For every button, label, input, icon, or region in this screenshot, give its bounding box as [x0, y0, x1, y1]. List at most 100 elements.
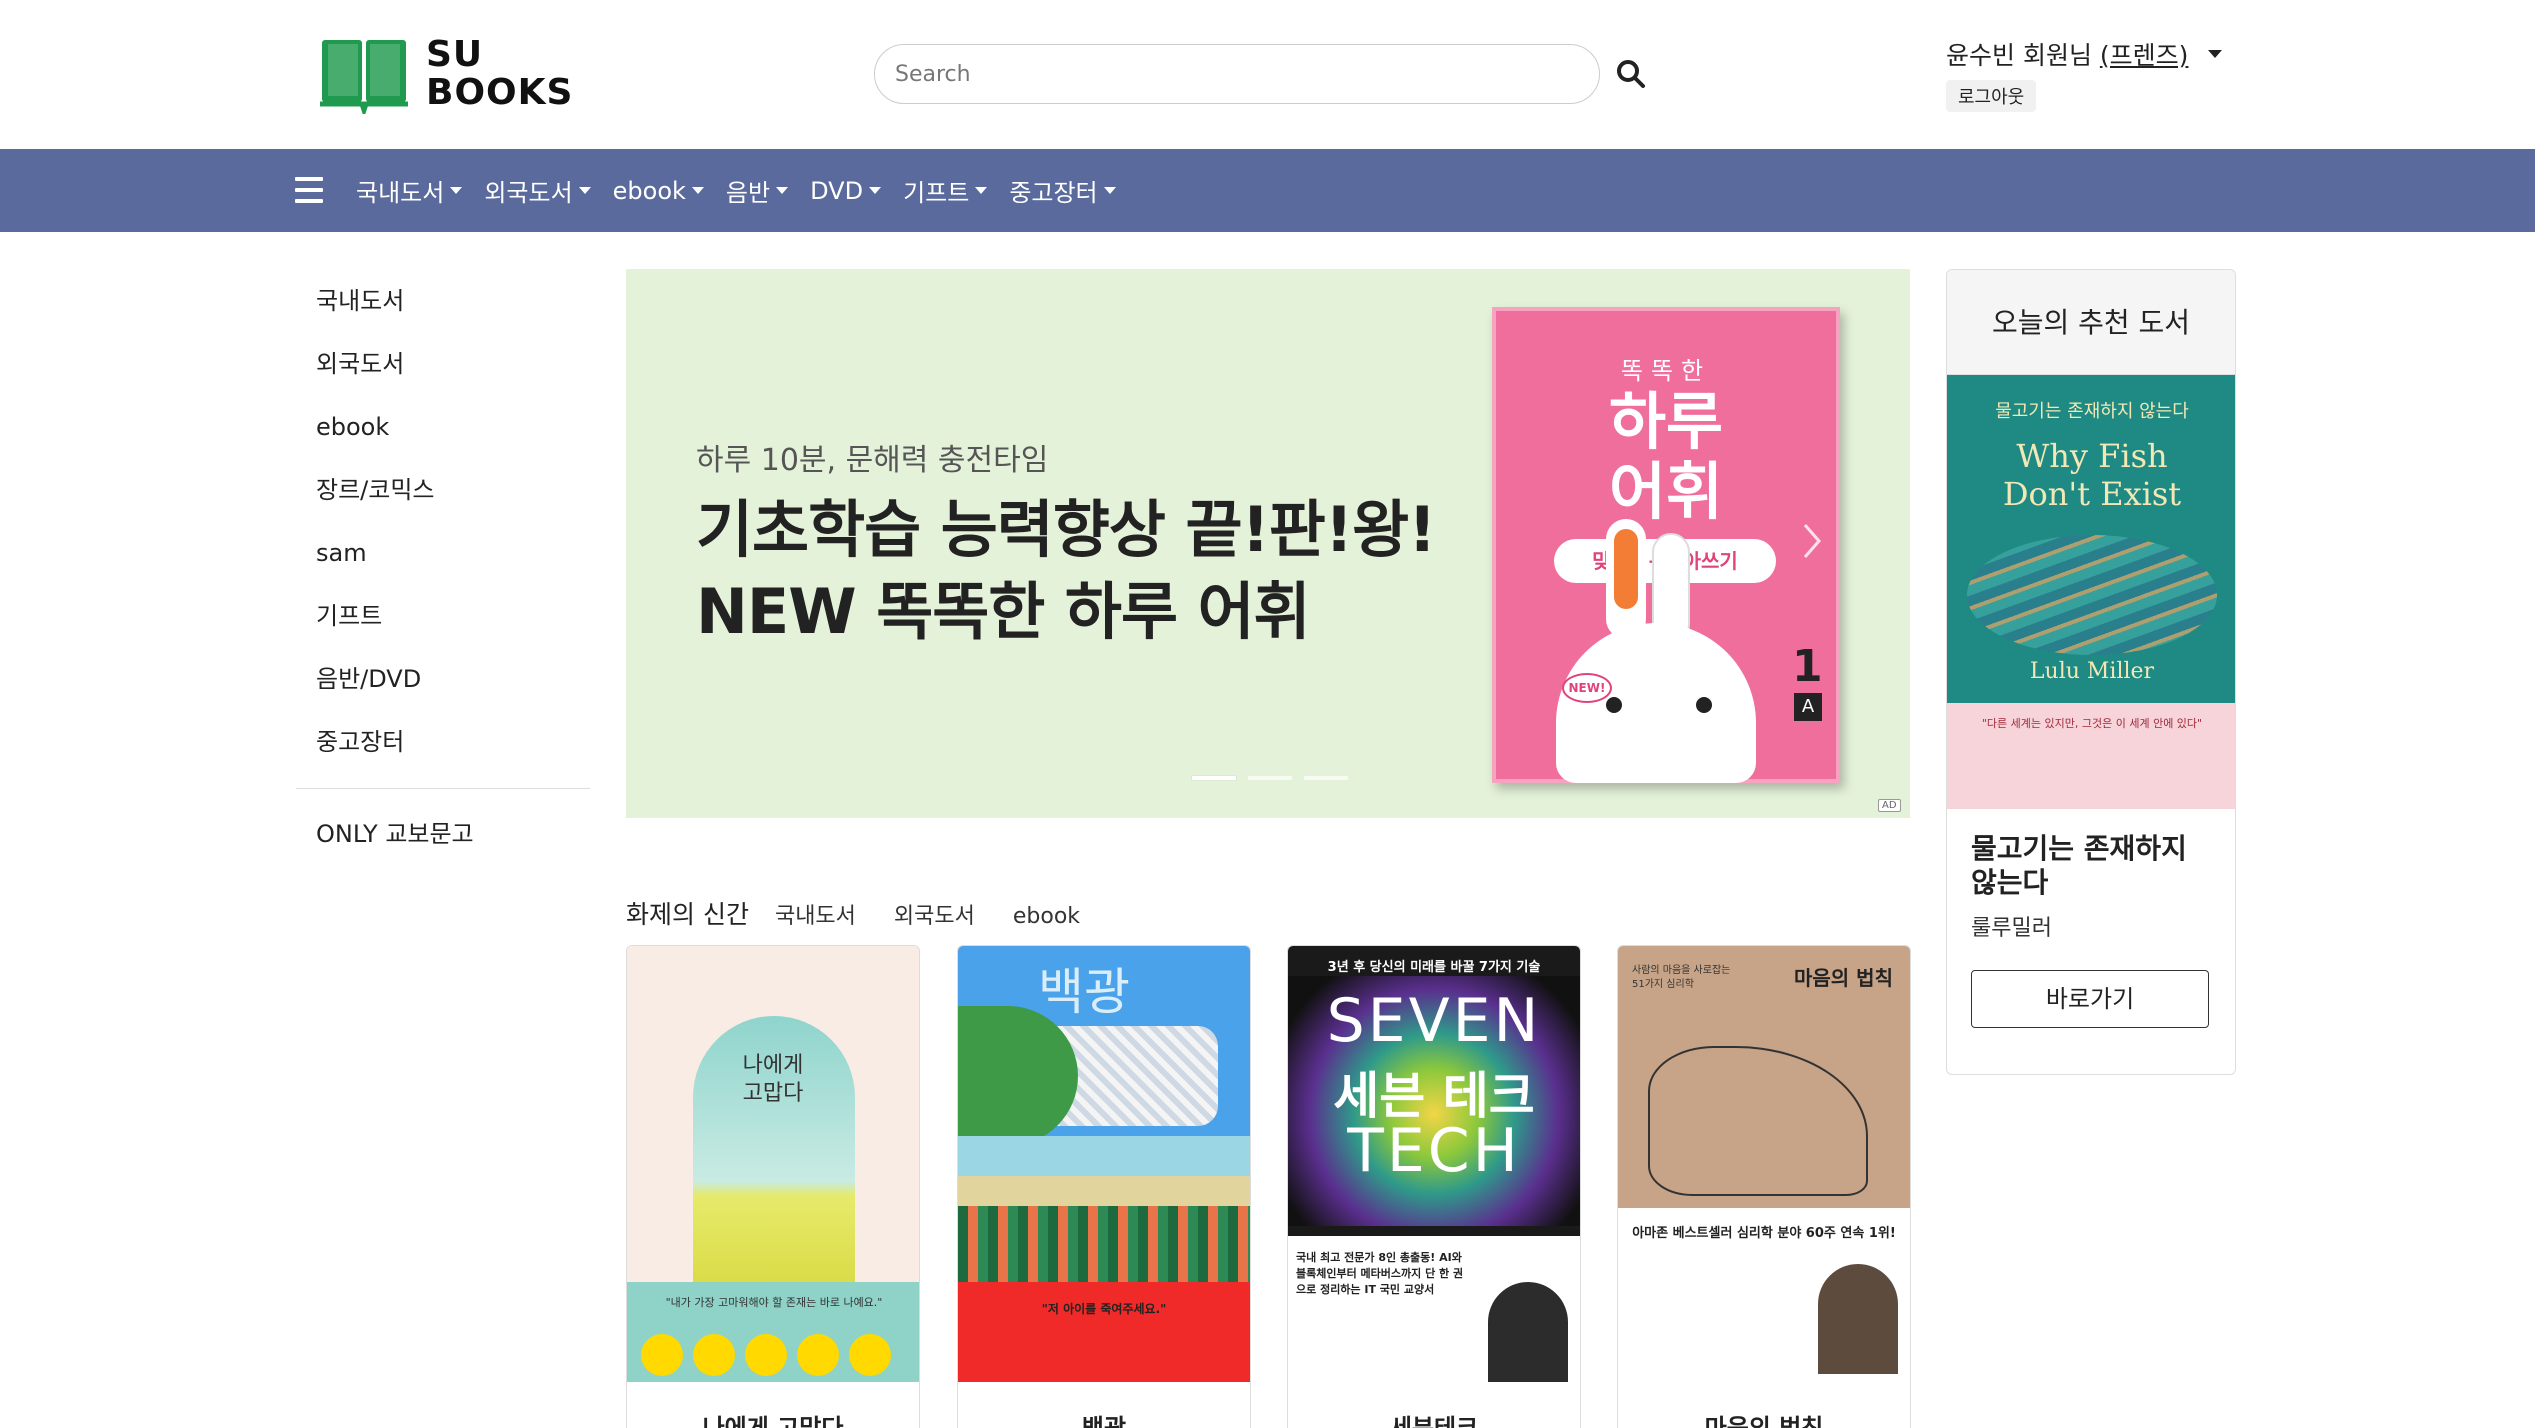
user-greeting[interactable]: 윤수빈 회원님 (프렌즈) — [1946, 36, 2188, 72]
sidebar: 국내도서 외국도서 ebook 장르/코믹스 sam 기프트 음반/DVD 중고… — [296, 270, 590, 866]
cover-blurb: 국내 최고 전문가 8인 총출동! AI와 블록체인부터 메타버스까지 단 한 … — [1296, 1251, 1464, 1296]
cover-title: 나에게 고맙다 — [742, 1053, 804, 1106]
logo-line1: SU — [426, 34, 484, 75]
cover-band: "다른 세계는 있지만, 그것은 이 세계 안에 있다" — [1947, 703, 2235, 809]
sidebar-item-sam[interactable]: sam — [296, 522, 590, 585]
recommend-panel: 오늘의 추천 도서 물고기는 존재하지 않는다 Why Fish Don't E… — [1946, 269, 2236, 1075]
nav-label: DVD — [810, 176, 864, 205]
tab-foreign[interactable]: 외국도서 — [894, 898, 975, 930]
author-photo — [1818, 1264, 1898, 1374]
caret-down-icon — [450, 187, 463, 194]
badge-icon — [693, 1334, 735, 1376]
nav-item-domestic[interactable]: 국내도서 — [356, 173, 463, 208]
logout-button[interactable]: 로그아웃 — [1946, 80, 2037, 112]
book-card[interactable]: 사람의 마음을 사로잡는 51가지 심리학 마음의 법칙 아마존 베스트셀러 심… — [1617, 945, 1911, 1428]
nav-item-foreign[interactable]: 외국도서 — [484, 173, 591, 208]
tab-domestic[interactable]: 국내도서 — [775, 898, 856, 930]
book-card[interactable]: 3년 후 당신의 미래를 바꿀 7가지 기술 SEVEN 세븐 테크 TECH … — [1287, 945, 1581, 1428]
book-cover[interactable]: 나에게 고맙다 "내가 가장 고마워해야 할 존재는 바로 나예요." — [627, 946, 919, 1382]
bunny-illustration — [1556, 623, 1756, 783]
badge-icon — [641, 1334, 683, 1376]
promo-banner[interactable]: 하루 10분, 문해력 충전타임 기초학습 능력향상 끝!판!왕! NEW 똑똑… — [626, 269, 1910, 818]
nav-menu: 국내도서 외국도서 ebook 음반 DVD 기프트 중고장터 — [356, 149, 1138, 232]
carousel-indicators — [1192, 776, 1360, 780]
cover-title: 백광 — [1038, 963, 1130, 1021]
sidebar-item-domestic[interactable]: 국내도서 — [296, 270, 590, 333]
book-cover[interactable]: 사람의 마음을 사로잡는 51가지 심리학 마음의 법칙 아마존 베스트셀러 심… — [1618, 946, 1910, 1382]
nav-item-dvd[interactable]: DVD — [810, 176, 882, 205]
banner-title: 기초학습 능력향상 끝!판!왕! NEW 똑똑한 하루 어휘 — [696, 489, 1436, 653]
book-title[interactable]: 백광 — [958, 1408, 1250, 1428]
carousel-dot[interactable] — [1192, 776, 1236, 780]
recommend-heading: 오늘의 추천 도서 — [1947, 270, 2235, 375]
cover-band: 아마존 베스트셀러 심리학 분야 60주 연속 1위! — [1618, 1208, 1910, 1382]
nav-label: 외국도서 — [484, 179, 573, 207]
book-cover[interactable]: 백광 "저 아이를 죽여주세요." — [958, 946, 1250, 1382]
book-title[interactable]: 나에게 고맙다 — [627, 1408, 919, 1428]
sidebar-item-genre-comics[interactable]: 장르/코믹스 — [296, 459, 590, 522]
banner-title-line2: NEW 똑똑한 하루 어휘 — [696, 575, 1311, 648]
chevron-down-icon[interactable] — [2208, 50, 2222, 58]
bunny-eye — [1606, 697, 1622, 713]
sidebar-item-music-dvd[interactable]: 음반/DVD — [296, 648, 590, 711]
sidebar-item-gift[interactable]: 기프트 — [296, 585, 590, 648]
recommend-book-cover[interactable]: 물고기는 존재하지 않는다 Why Fish Don't Exist Lulu … — [1947, 375, 2235, 809]
nav-label: 기프트 — [903, 179, 970, 207]
cover-sketch-illustration — [1648, 1046, 1868, 1196]
bunny-eye — [1696, 697, 1712, 713]
menu-icon[interactable] — [295, 177, 323, 203]
sidebar-item-foreign[interactable]: 외국도서 — [296, 333, 590, 396]
carousel-dot[interactable] — [1248, 776, 1292, 780]
cover-title-en-line2: Don't Exist — [2002, 475, 2182, 513]
cover-title-en2: TECH — [1347, 1116, 1521, 1186]
search-input[interactable] — [875, 45, 1599, 103]
user-menu[interactable]: 윤수빈 회원님 (프렌즈) 로그아웃 — [1946, 36, 2222, 112]
recommend-book-title[interactable]: 물고기는 존재하지 않는다 — [1971, 832, 2221, 900]
cover-subtitle: 사람의 마음을 사로잡는 51가지 심리학 — [1632, 965, 1731, 990]
book-card[interactable]: 백광 "저 아이를 죽여주세요." 백광 — [957, 945, 1251, 1428]
bunny-ear — [1606, 519, 1646, 639]
cover-band: "내가 가장 고마워해야 할 존재는 바로 나예요." — [627, 1282, 919, 1382]
caret-down-icon — [1103, 187, 1116, 194]
logo[interactable]: SU BOOKS — [318, 34, 573, 114]
sidebar-item-ebook[interactable]: ebook — [296, 396, 590, 459]
category-navbar: 국내도서 외국도서 ebook 음반 DVD 기프트 중고장터 — [0, 149, 2535, 232]
book-cover[interactable]: 3년 후 당신의 미래를 바꿀 7가지 기술 SEVEN 세븐 테크 TECH … — [1288, 946, 1580, 1382]
logo-text: SU BOOKS — [426, 36, 573, 112]
cover-title-en: Why Fish Don't Exist — [1947, 437, 2235, 513]
book-grade: A — [1794, 693, 1822, 721]
nav-item-gift[interactable]: 기프트 — [903, 173, 988, 208]
book-title[interactable]: 마음의 법칙 — [1618, 1408, 1910, 1428]
user-name: 윤수빈 회원님 — [1946, 41, 2092, 70]
cover-title: 마음의 법칙 — [1794, 966, 1893, 990]
badge-icon — [849, 1334, 891, 1376]
search-box — [874, 44, 1600, 104]
new-badge: NEW! — [1562, 673, 1612, 703]
sidebar-item-only-kyobo[interactable]: ONLY 교보문고 — [296, 803, 590, 866]
cover-quote: "다른 세계는 있지만, 그것은 이 세계 안에 있다" — [1981, 717, 2203, 730]
search-icon[interactable] — [1614, 57, 1648, 91]
go-button[interactable]: 바로가기 — [1971, 970, 2209, 1028]
nav-item-ebook[interactable]: ebook — [613, 177, 704, 205]
cover-blurb: "저 아이를 죽여주세요." — [1041, 1302, 1167, 1316]
header: SU BOOKS 윤수빈 회원님 (프렌즈) 로그아웃 — [0, 0, 2535, 149]
cover-band: 국내 최고 전문가 8인 총출동! AI와 블록체인부터 메타버스까지 단 한 … — [1288, 1236, 1580, 1382]
recommend-book-author: 룰루밀러 — [1971, 916, 2052, 941]
book-logo-icon — [320, 40, 408, 114]
nav-item-used[interactable]: 중고장터 — [1009, 173, 1116, 208]
caret-down-icon — [691, 187, 704, 194]
nav-label: 국내도서 — [356, 179, 445, 207]
book-title[interactable]: 세븐테크 — [1288, 1408, 1580, 1428]
user-grade-link[interactable]: (프렌즈) — [2100, 41, 2189, 70]
nav-label: ebook — [612, 176, 686, 205]
tab-ebook[interactable]: ebook — [1013, 904, 1080, 929]
nav-item-music[interactable]: 음반 — [726, 173, 789, 208]
carousel-dot[interactable] — [1304, 776, 1348, 780]
chevron-right-icon[interactable] — [1801, 521, 1823, 561]
book-cover-top: 똑똑한 — [1620, 357, 1712, 385]
badge-icon — [745, 1334, 787, 1376]
book-card[interactable]: 나에게 고맙다 "내가 가장 고마워해야 할 존재는 바로 나예요." 나에게 … — [626, 945, 920, 1428]
logo-line2: BOOKS — [426, 72, 574, 113]
sidebar-item-used[interactable]: 중고장터 — [296, 711, 590, 774]
banner-book-cover[interactable]: 똑똑한 하루 어휘 맞춤법+받아쓰기 NEW! 1 A — [1492, 307, 1840, 783]
